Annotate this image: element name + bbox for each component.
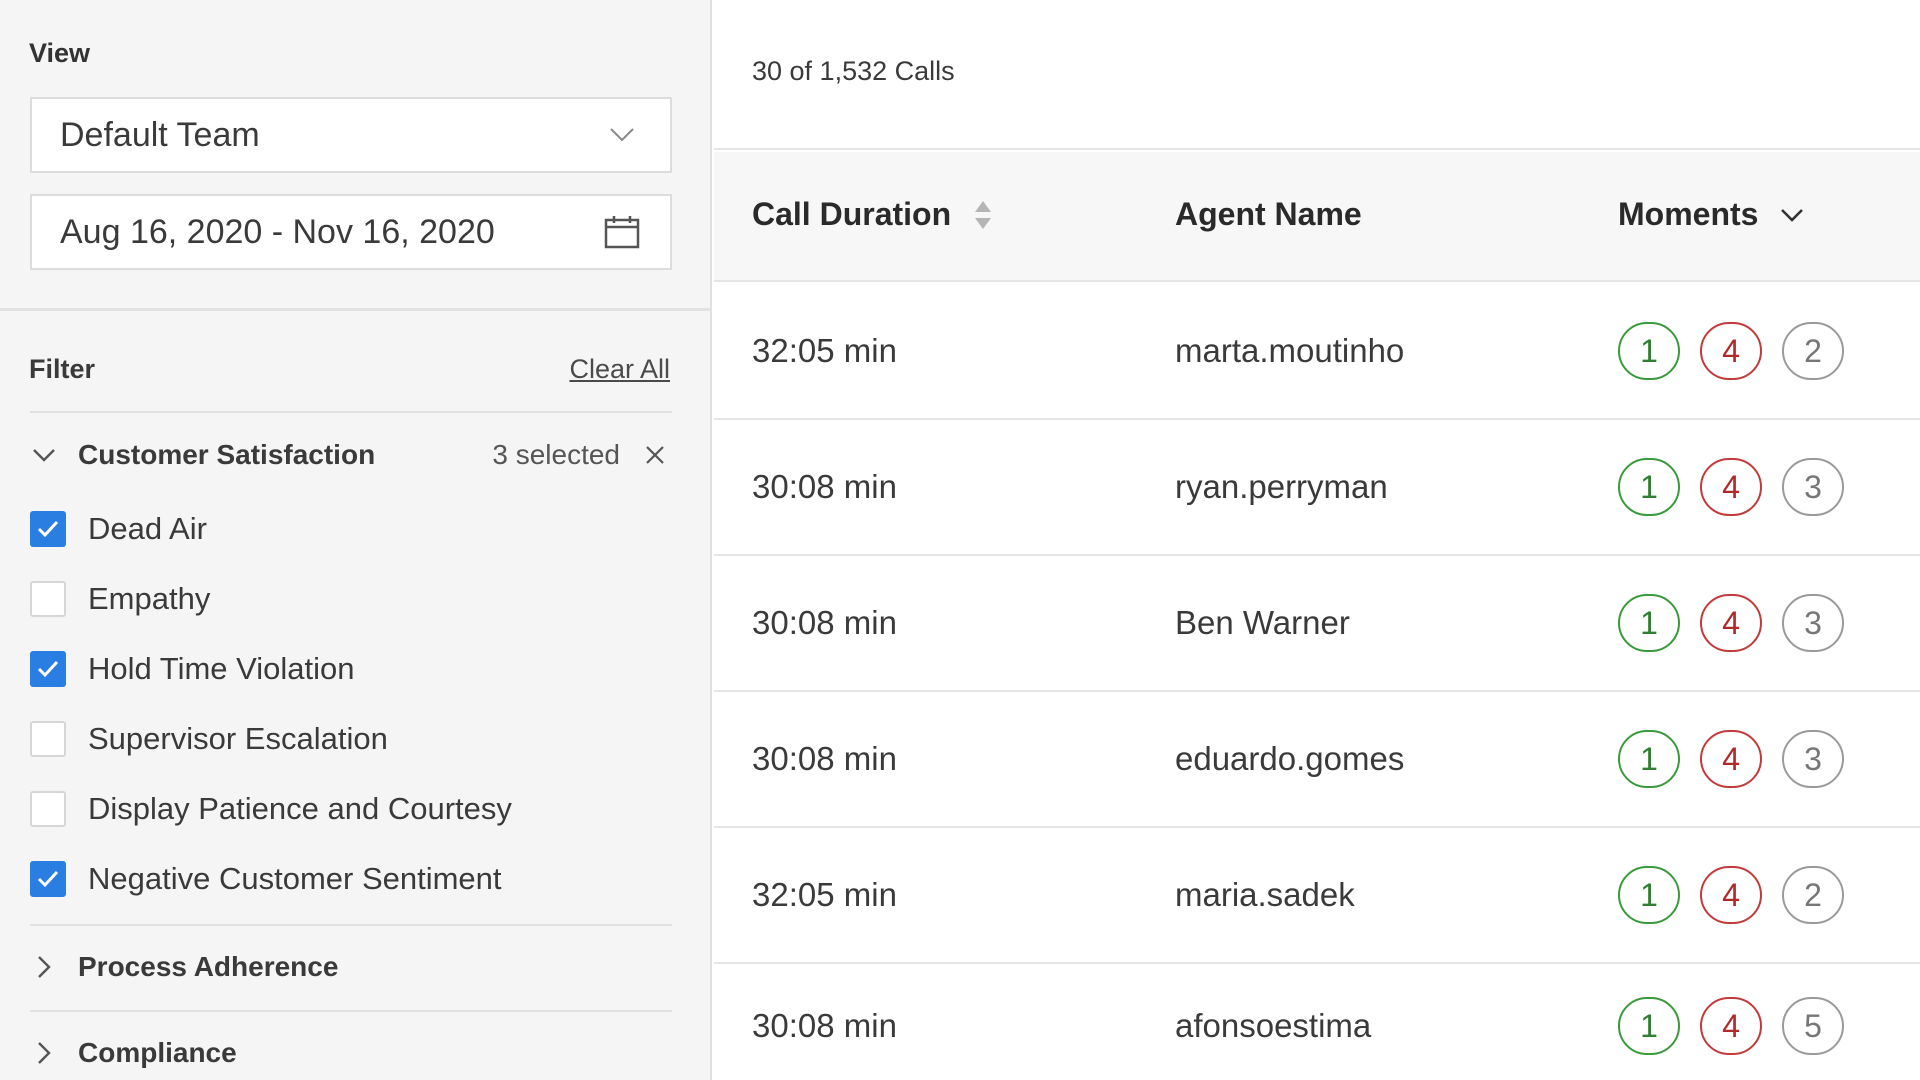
chevron-right-icon[interactable] bbox=[30, 1039, 58, 1067]
moment-negative-badge[interactable]: 4 bbox=[1700, 997, 1762, 1055]
moment-positive-badge[interactable]: 1 bbox=[1618, 730, 1680, 788]
filter-option-label: Empathy bbox=[88, 581, 211, 616]
moment-positive-badge[interactable]: 1 bbox=[1618, 458, 1680, 516]
filter-option-dead-air[interactable]: Dead Air bbox=[30, 509, 207, 549]
moment-negative-badge[interactable]: 4 bbox=[1700, 594, 1762, 652]
moments-cell: 1 4 3 bbox=[1618, 692, 1864, 826]
column-header-label: Agent Name bbox=[1175, 196, 1362, 232]
moments-cell: 1 4 3 bbox=[1618, 556, 1864, 690]
moment-negative-badge[interactable]: 4 bbox=[1700, 322, 1762, 380]
table-row[interactable]: 30:08 min Ben Warner 1 4 3 bbox=[714, 556, 1920, 692]
calls-panel: 30 of 1,532 Calls Call Duration Agent Na… bbox=[714, 0, 1920, 1080]
checkbox-checked[interactable] bbox=[30, 861, 66, 897]
section-divider bbox=[0, 308, 712, 311]
view-label: View bbox=[29, 38, 91, 68]
filter-group-customer-satisfaction[interactable]: Customer Satisfaction 3 selected bbox=[30, 435, 672, 475]
team-select-value: Default Team bbox=[60, 115, 260, 154]
results-header: 30 of 1,532 Calls bbox=[714, 0, 1920, 150]
filter-option-label: Display Patience and Courtesy bbox=[88, 791, 512, 826]
filter-group-title: Compliance bbox=[78, 1037, 237, 1068]
chevron-down-icon bbox=[602, 115, 642, 155]
moment-negative-badge[interactable]: 4 bbox=[1700, 458, 1762, 516]
checkbox-unchecked[interactable] bbox=[30, 581, 66, 617]
moment-positive-badge[interactable]: 1 bbox=[1618, 866, 1680, 924]
checkbox-unchecked[interactable] bbox=[30, 721, 66, 757]
moments-cell: 1 4 2 bbox=[1618, 828, 1864, 962]
call-duration: 30:08 min bbox=[752, 740, 897, 777]
column-header-moments[interactable]: Moments bbox=[1618, 196, 1806, 233]
checkbox-checked[interactable] bbox=[30, 511, 66, 547]
moment-negative-badge[interactable]: 4 bbox=[1700, 730, 1762, 788]
results-count: 30 of 1,532 Calls bbox=[752, 56, 955, 86]
filter-option-label: Hold Time Violation bbox=[88, 651, 355, 686]
filter-panel: View Default Team Aug 16, 2020 - Nov 16,… bbox=[0, 0, 712, 1080]
filter-group-process-adherence[interactable]: Process Adherence bbox=[30, 947, 672, 987]
moment-negative-badge[interactable]: 4 bbox=[1700, 866, 1762, 924]
moment-positive-badge[interactable]: 1 bbox=[1618, 594, 1680, 652]
filter-label: Filter bbox=[29, 354, 96, 384]
moment-neutral-badge[interactable]: 2 bbox=[1782, 322, 1844, 380]
moments-cell: 1 4 5 bbox=[1618, 964, 1864, 1080]
filter-group-compliance[interactable]: Compliance bbox=[30, 1033, 672, 1073]
call-duration: 30:08 min bbox=[752, 468, 897, 505]
filter-option-label: Supervisor Escalation bbox=[88, 721, 388, 756]
call-duration: 30:08 min bbox=[752, 604, 897, 641]
moment-neutral-badge[interactable]: 3 bbox=[1782, 594, 1844, 652]
agent-name: afonsoestima bbox=[1175, 1007, 1372, 1044]
calendar-icon[interactable] bbox=[602, 212, 642, 252]
filter-option-negative-sentiment[interactable]: Negative Customer Sentiment bbox=[30, 859, 502, 899]
filter-option-display-patience[interactable]: Display Patience and Courtesy bbox=[30, 789, 512, 829]
moment-neutral-badge[interactable]: 2 bbox=[1782, 866, 1844, 924]
column-header-label: Moments bbox=[1618, 196, 1759, 232]
chevron-down-icon[interactable] bbox=[30, 441, 58, 469]
chevron-right-icon[interactable] bbox=[30, 953, 58, 981]
table-row[interactable]: 30:08 min eduardo.gomes 1 4 3 bbox=[714, 692, 1920, 828]
column-header-label: Call Duration bbox=[752, 196, 952, 232]
moments-cell: 1 4 3 bbox=[1618, 420, 1864, 554]
date-range-picker[interactable]: Aug 16, 2020 - Nov 16, 2020 bbox=[30, 194, 672, 270]
divider bbox=[30, 411, 672, 413]
agent-name: Ben Warner bbox=[1175, 604, 1350, 641]
filter-group-title: Process Adherence bbox=[78, 951, 339, 982]
table-row[interactable]: 32:05 min maria.sadek 1 4 2 bbox=[714, 828, 1920, 964]
selected-count: 3 selected bbox=[492, 439, 620, 470]
team-select[interactable]: Default Team bbox=[30, 97, 672, 173]
moment-positive-badge[interactable]: 1 bbox=[1618, 322, 1680, 380]
checkbox-checked[interactable] bbox=[30, 651, 66, 687]
table-row[interactable]: 32:05 min marta.moutinho 1 4 2 bbox=[714, 284, 1920, 420]
table-row[interactable]: 30:08 min afonsoestima 1 4 5 bbox=[714, 964, 1920, 1080]
divider bbox=[30, 924, 672, 926]
agent-name: ryan.perryman bbox=[1175, 468, 1388, 505]
filter-option-label: Dead Air bbox=[88, 511, 207, 546]
sort-icon[interactable] bbox=[973, 198, 993, 232]
agent-name: maria.sadek bbox=[1175, 876, 1355, 913]
chevron-down-icon[interactable] bbox=[1778, 201, 1806, 229]
agent-name: marta.moutinho bbox=[1175, 332, 1405, 369]
call-duration: 32:05 min bbox=[752, 876, 897, 913]
table-row[interactable]: 30:08 min ryan.perryman 1 4 3 bbox=[714, 420, 1920, 556]
divider bbox=[30, 1010, 672, 1012]
checkbox-unchecked[interactable] bbox=[30, 791, 66, 827]
filter-option-supervisor-escalation[interactable]: Supervisor Escalation bbox=[30, 719, 388, 759]
column-header-call-duration[interactable]: Call Duration bbox=[752, 196, 993, 233]
clear-group-icon[interactable] bbox=[642, 442, 668, 468]
agent-name: eduardo.gomes bbox=[1175, 740, 1405, 777]
moment-positive-badge[interactable]: 1 bbox=[1618, 997, 1680, 1055]
moment-neutral-badge[interactable]: 3 bbox=[1782, 730, 1844, 788]
moment-neutral-badge[interactable]: 5 bbox=[1782, 997, 1844, 1055]
column-header-agent-name[interactable]: Agent Name bbox=[1175, 196, 1362, 233]
clear-all-link[interactable]: Clear All bbox=[569, 354, 670, 385]
filter-option-hold-time-violation[interactable]: Hold Time Violation bbox=[30, 649, 355, 689]
table-header: Call Duration Agent Name Moments bbox=[714, 152, 1920, 282]
call-duration: 32:05 min bbox=[752, 332, 897, 369]
filter-option-label: Negative Customer Sentiment bbox=[88, 861, 502, 896]
filter-option-empathy[interactable]: Empathy bbox=[30, 579, 210, 619]
moment-neutral-badge[interactable]: 3 bbox=[1782, 458, 1844, 516]
call-duration: 30:08 min bbox=[752, 1007, 897, 1044]
filter-group-title: Customer Satisfaction bbox=[78, 439, 376, 470]
date-range-value: Aug 16, 2020 - Nov 16, 2020 bbox=[60, 212, 495, 251]
moments-cell: 1 4 2 bbox=[1618, 284, 1864, 418]
